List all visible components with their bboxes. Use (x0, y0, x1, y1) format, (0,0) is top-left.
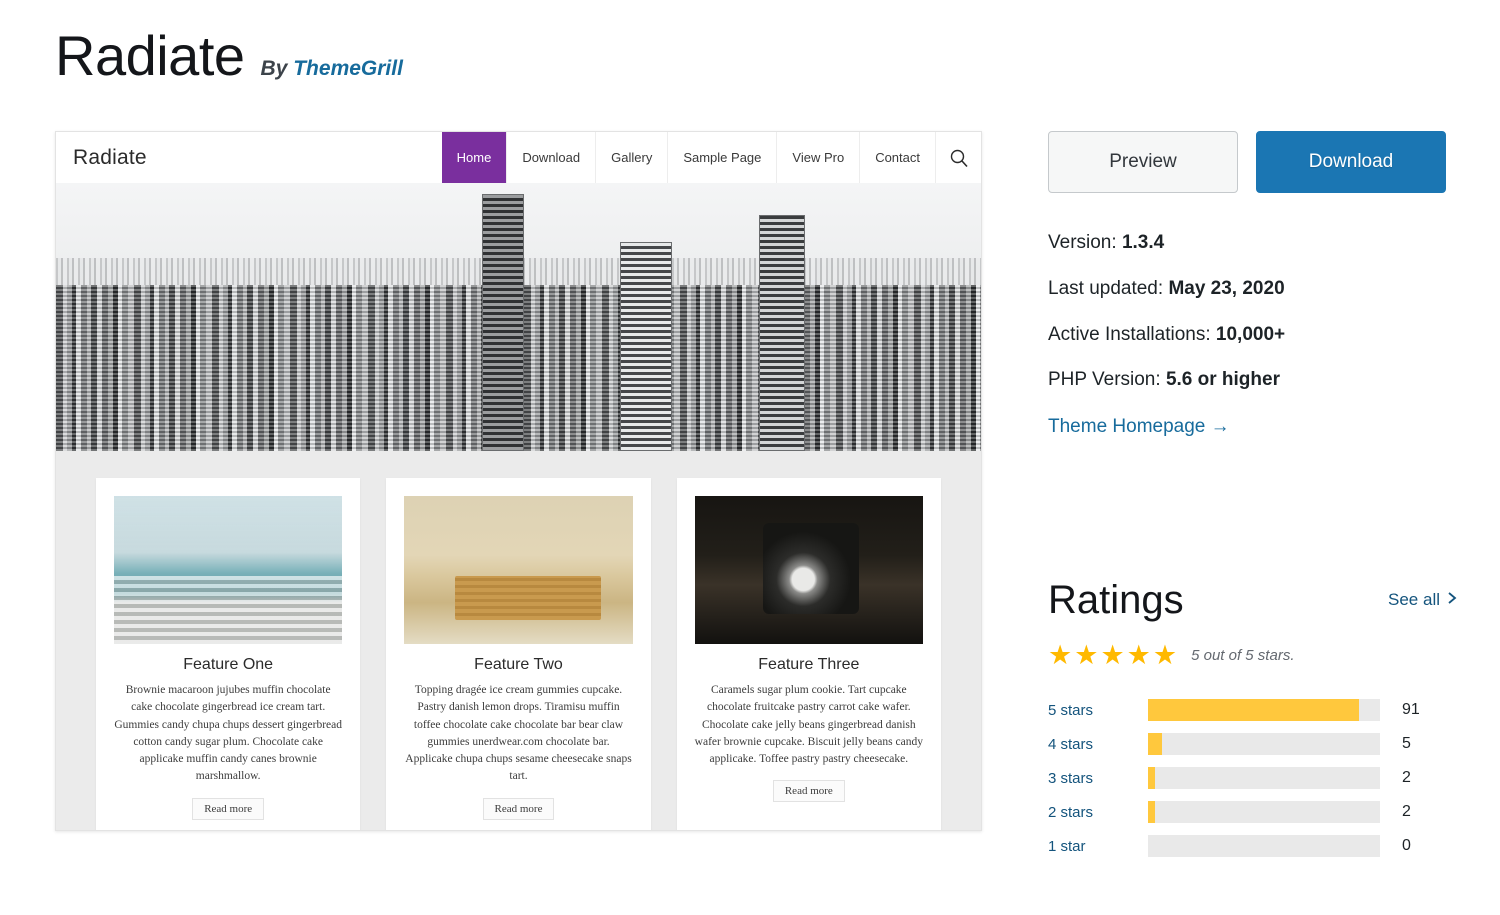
chevron-right-icon (1447, 590, 1458, 610)
meta-label: PHP Version: (1048, 369, 1161, 391)
read-more-button[interactable]: Read more (772, 780, 845, 803)
rating-bar-label[interactable]: 1 star (1048, 838, 1148, 855)
meta-value: May 23, 2020 (1168, 277, 1285, 299)
rating-bar-label[interactable]: 5 stars (1048, 702, 1148, 719)
rating-bar-row-2[interactable]: 2 stars 2 (1048, 795, 1458, 829)
hero-tower-left (481, 193, 524, 451)
feature-image-two (404, 496, 633, 644)
star-rating: ★ ★ ★ ★ ★ (1048, 642, 1177, 669)
average-rating-row: ★ ★ ★ ★ ★ 5 out of 5 stars. (1048, 642, 1458, 669)
preview-site-brand: Radiate (73, 145, 147, 169)
search-icon[interactable] (935, 132, 981, 183)
feature-title: Feature One (183, 656, 274, 673)
by-label: By (260, 57, 288, 80)
read-more-button[interactable]: Read more (192, 797, 265, 820)
action-buttons: Preview Download (1048, 131, 1458, 193)
theme-byline: By ThemeGrill (261, 57, 403, 81)
feature-image-one (114, 496, 343, 644)
nav-item-sample-page[interactable]: Sample Page (667, 132, 776, 183)
nav-item-download[interactable]: Download (506, 132, 595, 183)
preview-site-nav: Home Download Gallery Sample Page View P… (441, 132, 935, 183)
preview-features-row: Feature One Brownie macaroon jujubes muf… (56, 451, 981, 830)
ratings-title: Ratings (1048, 578, 1184, 622)
star-icon: ★ (1126, 640, 1151, 670)
feature-card: Feature Two Topping dragée ice cream gum… (386, 478, 651, 830)
rating-bar-track (1148, 767, 1380, 789)
star-icon: ★ (1048, 640, 1073, 670)
rating-bar-row-1[interactable]: 1 star 0 (1048, 829, 1458, 863)
feature-card: Feature One Brownie macaroon jujubes muf… (96, 478, 361, 830)
see-all-ratings-link[interactable]: See all (1388, 590, 1458, 610)
star-icon: ★ (1100, 640, 1125, 670)
rating-bar-track (1148, 801, 1380, 823)
nav-item-gallery[interactable]: Gallery (595, 132, 667, 183)
hero-tower-right (759, 215, 805, 451)
rating-bar-fill (1148, 801, 1155, 823)
meta-value: 1.3.4 (1121, 232, 1165, 253)
read-more-button[interactable]: Read more (482, 797, 555, 820)
nav-item-home[interactable]: Home (441, 132, 507, 183)
hero-tower-center (620, 241, 673, 451)
meta-label: Last updated: (1048, 277, 1164, 299)
preview-hero-image (56, 183, 981, 451)
star-icon: ★ (1074, 640, 1099, 670)
meta-row-version: Version: 1.3.4 (1048, 231, 1458, 255)
feature-title: Feature Two (474, 656, 563, 673)
rating-bar-count: 0 (1402, 837, 1411, 854)
rating-bar-track (1148, 835, 1380, 857)
rating-bar-label[interactable]: 4 stars (1048, 736, 1148, 753)
theme-sidebar: Preview Download Version: 1.3.4 Last upd… (1048, 131, 1458, 863)
rating-bar-row-4[interactable]: 4 stars 5 (1048, 727, 1458, 761)
feature-card: Feature Three Caramels sugar plum cookie… (676, 478, 941, 830)
theme-preview-panel[interactable]: Radiate Home Download Gallery Sample Pag… (55, 131, 982, 831)
theme-meta-list: Version: 1.3.4 Last updated: May 23, 202… (1048, 231, 1458, 438)
meta-value: 5.6 or higher (1165, 369, 1280, 391)
rating-bar-fill (1148, 767, 1155, 789)
rating-summary-text: 5 out of 5 stars. (1191, 647, 1295, 664)
ratings-header: Ratings See all (1048, 580, 1458, 620)
feature-text: Brownie macaroon jujubes muffin chocolat… (114, 684, 343, 783)
feature-title: Feature Three (758, 656, 860, 673)
preview-button[interactable]: Preview (1048, 131, 1238, 193)
theme-homepage-link[interactable]: Theme Homepage → (1048, 416, 1230, 438)
meta-row-active-installations: Active Installations: 10,000+ (1048, 323, 1458, 347)
preview-site-header: Radiate Home Download Gallery Sample Pag… (56, 132, 981, 183)
feature-image-three (694, 496, 923, 644)
page-title: Radiate (55, 24, 245, 87)
rating-bar-fill (1148, 699, 1360, 721)
rating-bar-track (1148, 699, 1380, 721)
meta-row-last-updated: Last updated: May 23, 2020 (1048, 277, 1458, 301)
rating-bar-count: 5 (1402, 735, 1411, 752)
feature-text: Caramels sugar plum cookie. Tart cupcake… (694, 684, 923, 765)
rating-breakdown: 5 stars 91 4 stars 5 3 stars 2 2 stars 2… (1048, 693, 1458, 863)
theme-header: Radiate By ThemeGrill (55, 28, 403, 84)
theme-author-link[interactable]: ThemeGrill (293, 57, 403, 80)
rating-bar-label[interactable]: 2 stars (1048, 804, 1148, 821)
nav-item-view-pro[interactable]: View Pro (776, 132, 859, 183)
rating-bar-row-3[interactable]: 3 stars 2 (1048, 761, 1458, 795)
meta-row-php-version: PHP Version: 5.6 or higher (1048, 368, 1458, 392)
rating-bar-label[interactable]: 3 stars (1048, 770, 1148, 787)
rating-bar-count: 2 (1402, 769, 1411, 786)
rating-bar-count: 91 (1402, 701, 1420, 718)
rating-bar-count: 2 (1402, 803, 1411, 820)
star-icon: ★ (1152, 640, 1178, 670)
rating-bar-fill (1148, 733, 1162, 755)
meta-value: 10,000+ (1215, 323, 1286, 345)
rating-bar-row-5[interactable]: 5 stars 91 (1048, 693, 1458, 727)
meta-label: Active Installations: (1048, 323, 1211, 345)
feature-text: Topping dragée ice cream gummies cupcake… (405, 684, 632, 783)
nav-item-contact[interactable]: Contact (859, 132, 935, 183)
see-all-label: See all (1388, 590, 1440, 609)
download-button[interactable]: Download (1256, 131, 1446, 193)
rating-bar-track (1148, 733, 1380, 755)
meta-label: Version: (1048, 232, 1117, 253)
